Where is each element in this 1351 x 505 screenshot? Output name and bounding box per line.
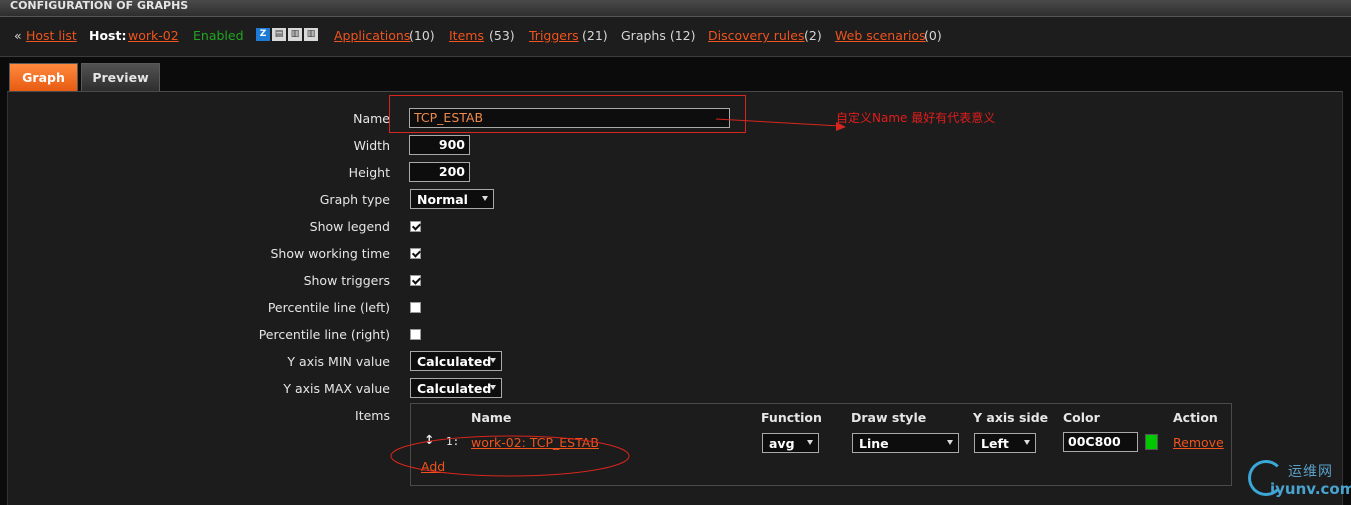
y-axis-side-select[interactable]: Left — [974, 433, 1036, 453]
function-value: avg — [769, 436, 795, 451]
watermark-bottom-text: iyunv.com — [1270, 480, 1351, 498]
availability-indicators: Z ▤ ▥ ▥ — [256, 28, 318, 41]
watermark-logo: 运维网 iyunv.com — [1248, 458, 1351, 504]
show-legend-label: Show legend — [309, 219, 390, 234]
col-header-function: Function — [761, 410, 822, 425]
back-arrow-icon: « — [14, 28, 22, 43]
add-item-link[interactable]: Add — [421, 459, 445, 474]
y-min-value: Calculated — [417, 354, 492, 369]
y-min-label: Y axis MIN value — [287, 354, 390, 369]
color-input[interactable]: 00C800 — [1063, 432, 1138, 452]
applications-count: (10) — [409, 28, 435, 43]
host-navigation-bar: « Host list Host: work-02 Enabled Z ▤ ▥ … — [0, 17, 1351, 57]
applications-link[interactable]: Applications — [334, 28, 410, 43]
items-count: (53) — [489, 28, 515, 43]
col-header-name: Name — [471, 410, 512, 425]
graph-type-value: Normal — [417, 192, 468, 207]
draw-style-select[interactable]: Line — [852, 433, 959, 453]
percentile-left-checkbox[interactable] — [410, 302, 421, 313]
col-header-color: Color — [1063, 410, 1100, 425]
remove-link[interactable]: Remove — [1173, 435, 1224, 450]
show-working-time-checkbox[interactable] — [410, 248, 421, 259]
show-legend-checkbox[interactable] — [410, 221, 421, 232]
graphs-current: Graphs (12) — [621, 28, 696, 43]
y-max-label: Y axis MAX value — [283, 381, 390, 396]
ipmi-icon: ▥ — [304, 28, 318, 41]
items-table: Name Function Draw style Y axis side Col… — [410, 403, 1232, 486]
host-status: Enabled — [193, 28, 244, 43]
host-label: Host: — [89, 28, 127, 43]
percentile-right-checkbox[interactable] — [410, 329, 421, 340]
web-scenarios-link[interactable]: Web scenarios — [835, 28, 926, 43]
col-header-draw-style: Draw style — [851, 410, 927, 425]
items-label: Items — [355, 408, 390, 423]
y-max-select[interactable]: Calculated — [410, 378, 502, 398]
draw-style-value: Line — [859, 436, 889, 451]
drag-handle-icon[interactable]: ↕ — [424, 432, 434, 447]
width-input[interactable]: 900 — [409, 135, 470, 155]
y-axis-side-value: Left — [981, 436, 1009, 451]
graph-form-panel: Name TCP_ESTAB Width 900 Height 200 Grap… — [7, 91, 1343, 505]
height-label: Height — [348, 165, 390, 180]
zabbix-agent-icon: Z — [256, 28, 270, 41]
tab-graph[interactable]: Graph — [9, 63, 78, 91]
watermark-top-text: 运维网 — [1288, 464, 1333, 480]
items-link[interactable]: Items — [449, 28, 484, 43]
width-label: Width — [353, 138, 390, 153]
host-list-link[interactable]: Host list — [26, 28, 77, 43]
show-triggers-label: Show triggers — [303, 273, 390, 288]
row-index: 1: — [446, 435, 460, 448]
function-select[interactable]: avg — [762, 433, 819, 453]
triggers-link[interactable]: Triggers — [529, 28, 579, 43]
color-swatch[interactable] — [1145, 434, 1158, 450]
percentile-right-label: Percentile line (right) — [258, 327, 390, 342]
y-min-select[interactable]: Calculated — [410, 351, 502, 371]
annotation-note: 自定义Name 最好有代表意义 — [836, 111, 996, 125]
annotation-highlight-box — [389, 95, 746, 133]
discovery-rules-link[interactable]: Discovery rules — [708, 28, 804, 43]
graph-type-label: Graph type — [319, 192, 390, 207]
show-working-time-label: Show working time — [270, 246, 391, 261]
height-input[interactable]: 200 — [409, 162, 470, 182]
y-max-value: Calculated — [417, 381, 492, 396]
jmx-icon: ▥ — [288, 28, 302, 41]
host-name-link[interactable]: work-02 — [128, 28, 179, 43]
chevron-down-icon — [947, 440, 953, 445]
name-label: Name — [353, 111, 390, 126]
col-header-y-axis-side: Y axis side — [973, 410, 1049, 425]
col-header-action: Action — [1173, 410, 1218, 425]
page-title: CONFIGURATION OF GRAPHS — [0, 0, 1351, 17]
snmp-icon: ▤ — [272, 28, 286, 41]
chevron-down-icon — [482, 196, 488, 201]
tab-bar: Graph Preview — [0, 58, 1351, 92]
percentile-left-label: Percentile line (left) — [267, 300, 390, 315]
graph-type-select[interactable]: Normal — [410, 189, 494, 209]
chevron-down-icon — [807, 440, 813, 445]
chevron-down-icon — [490, 358, 496, 363]
tab-preview[interactable]: Preview — [81, 63, 160, 91]
item-name-link[interactable]: work-02: TCP_ESTAB — [471, 435, 599, 450]
chevron-down-icon — [1024, 440, 1030, 445]
web-count: (0) — [924, 28, 942, 43]
chevron-down-icon — [490, 385, 496, 390]
show-triggers-checkbox[interactable] — [410, 275, 421, 286]
discovery-count: (2) — [804, 28, 822, 43]
triggers-count: (21) — [582, 28, 608, 43]
